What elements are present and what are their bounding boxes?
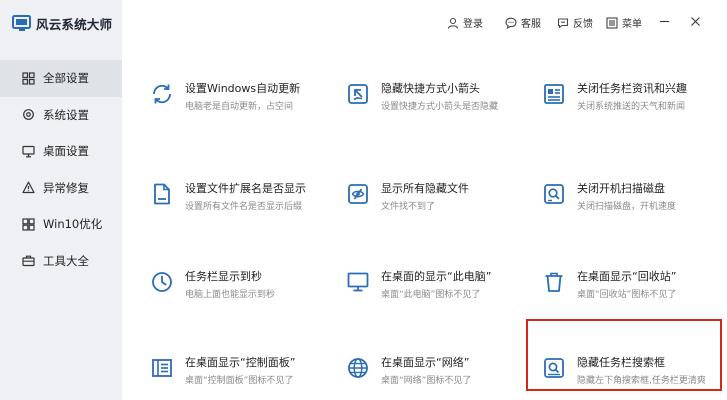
refresh-icon [150,82,174,106]
windows-icon [22,218,35,231]
control-panel-icon [150,356,174,380]
sidebar: 风云系统大师 全部设置 系统设置 桌面设置 异常修复 Win10优化 工具大全 [0,0,122,400]
user-icon [447,17,459,29]
app-title: 风云系统大师 [36,16,113,32]
grid-icon [22,72,35,85]
sidebar-item-repair[interactable]: 异常修复 [0,170,122,207]
card-disable-boot-scan[interactable]: 关闭开机扫描磁盘 关闭扫描磁盘，开机速度 [514,160,706,240]
minimize-button[interactable] [656,13,672,29]
card-show-hidden-files[interactable]: 显示所有隐藏文件 文件找不到了 [318,160,510,240]
shortcut-arrow-icon [346,82,370,106]
card-show-network[interactable]: 在桌面显示“网络” 桌面“网络”图标不见了 [318,334,510,400]
card-title: 在桌面显示“控制面板” [185,356,296,369]
settings-icon [22,108,35,121]
network-icon [346,356,370,380]
sidebar-item-tools[interactable]: 工具大全 [0,243,122,280]
file-icon [150,182,174,206]
feature-grid: 设置Windows自动更新 电脑老是自动更新，占空间 隐藏快捷方式小箭头 设置快… [122,60,727,400]
card-desc: 文件找不到了 [381,202,436,212]
recycle-bin-icon [542,270,566,294]
card-title: 任务栏显示到秒 [185,270,262,283]
card-show-recycle-bin[interactable]: 在桌面显示“回收站” 桌面“回收站”图标不见了 [514,248,706,328]
menu-icon [606,16,618,29]
card-show-this-pc[interactable]: 在桌面的显示“此电脑” 桌面“此电脑”图标不见了 [318,248,510,328]
card-title: 设置Windows自动更新 [185,82,301,95]
sidebar-item-label: Win10优化 [43,217,103,232]
card-hide-shortcut-arrow[interactable]: 隐藏快捷方式小箭头 设置快捷方式小箭头是否隐藏 [318,60,510,140]
disk-scan-icon [542,182,566,206]
sidebar-item-label: 全部设置 [43,71,89,86]
toolbox-icon [22,254,35,267]
card-show-control-panel[interactable]: 在桌面显示“控制面板” 桌面“控制面板”图标不见了 [122,334,314,400]
card-hide-taskbar-search[interactable]: 隐藏任务栏搜索框 隐藏左下角搜索框,任务栏更清爽 [514,334,706,400]
monitor-icon [22,145,35,158]
card-desc: 隐藏左下角搜索框,任务栏更清爽 [577,376,706,386]
sidebar-item-desktop-settings[interactable]: 桌面设置 [0,133,122,170]
warning-icon [22,181,35,194]
card-title: 在桌面显示“回收站” [577,270,677,283]
sidebar-item-all-settings[interactable]: 全部设置 [0,60,122,97]
close-icon [690,16,700,26]
card-taskbar-seconds[interactable]: 任务栏显示到秒 电脑上面也能显示到秒 [122,248,314,328]
card-close-news-interests[interactable]: 关闭任务栏资讯和兴趣 关闭系统推送的天气和新闻 [514,60,706,140]
topbar: 登录 客服 反馈 菜单 [122,0,727,44]
search-box-icon [542,356,566,380]
menu-label: 菜单 [622,19,642,30]
login-button[interactable]: 登录 [447,15,483,30]
sidebar-item-label: 桌面设置 [43,144,89,159]
card-title: 关闭任务栏资讯和兴趣 [577,82,687,95]
minimize-icon [659,20,669,22]
sidebar-nav: 全部设置 系统设置 桌面设置 异常修复 Win10优化 工具大全 [0,60,122,279]
card-desc: 电脑上面也能显示到秒 [185,290,276,300]
sidebar-item-system-settings[interactable]: 系统设置 [0,97,122,134]
sidebar-item-label: 工具大全 [43,253,89,268]
news-icon [542,82,566,106]
card-title: 显示所有隐藏文件 [381,182,469,195]
card-desc: 桌面“网络”图标不见了 [381,376,472,386]
card-title: 设置文件扩展名是否显示 [185,182,306,195]
card-desc: 关闭系统推送的天气和新闻 [577,102,686,112]
card-desc: 关闭扫描磁盘，开机速度 [577,202,677,212]
app-logo-icon [12,15,31,31]
menu-button[interactable]: 菜单 [606,15,642,30]
hidden-eye-icon [346,182,370,206]
card-desc: 桌面“此电脑”图标不见了 [381,290,481,300]
login-label: 登录 [463,19,483,30]
card-title: 在桌面的显示“此电脑” [381,270,492,283]
feedback-label: 反馈 [573,19,593,30]
card-file-extension[interactable]: 设置文件扩展名是否显示 设置所有文件名是否显示后缀 [122,160,314,240]
feedback-icon [557,17,569,28]
clock-icon [150,270,174,294]
card-desc: 设置所有文件名是否显示后缀 [185,202,303,212]
card-title: 隐藏任务栏搜索框 [577,356,665,369]
card-desc: 电脑老是自动更新，占空间 [185,102,294,112]
sidebar-item-label: 异常修复 [43,180,89,195]
service-button[interactable]: 客服 [505,15,541,30]
brand: 风云系统大师 [12,12,112,34]
card-title: 在桌面显示“网络” [381,356,470,369]
card-desc: 桌面“控制面板”图标不见了 [185,376,294,386]
sidebar-item-label: 系统设置 [43,107,89,122]
card-title: 隐藏快捷方式小箭头 [381,82,480,95]
chat-icon [505,17,517,29]
sidebar-item-win10-optimize[interactable]: Win10优化 [0,206,122,243]
card-title: 关闭开机扫描磁盘 [577,182,665,195]
computer-icon [346,270,370,294]
service-label: 客服 [521,19,541,30]
card-windows-update[interactable]: 设置Windows自动更新 电脑老是自动更新，占空间 [122,60,314,140]
close-button[interactable] [687,13,703,29]
card-desc: 设置快捷方式小箭头是否隐藏 [381,102,499,112]
feedback-button[interactable]: 反馈 [557,15,593,30]
card-desc: 桌面“回收站”图标不见了 [577,290,677,300]
